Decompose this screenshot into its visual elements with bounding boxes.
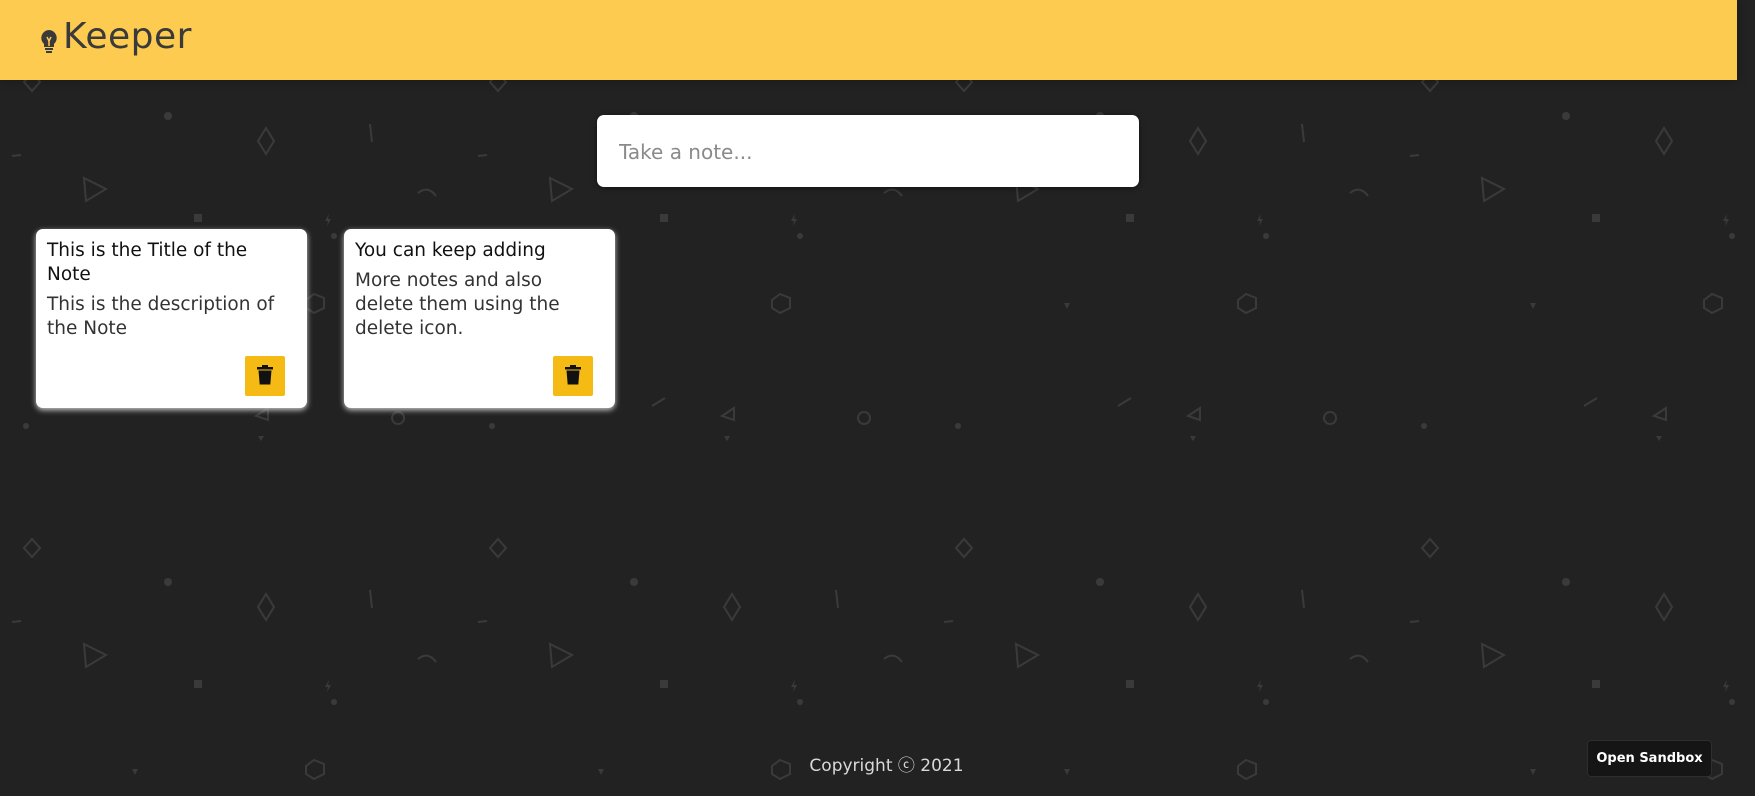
create-note-form <box>597 115 1139 189</box>
note-title: You can keep adding <box>355 240 546 261</box>
delete-note-button[interactable] <box>245 356 285 396</box>
note-card: This is the Title of the Note This is th… <box>36 229 307 408</box>
app-title: Keeper <box>63 16 192 57</box>
note-content: More notes and also delete them using th… <box>355 270 560 339</box>
open-sandbox-button[interactable]: Open Sandbox <box>1587 740 1712 777</box>
footer: Copyright ⓒ 2021 <box>0 751 1755 776</box>
app-header: Keeper <box>0 0 1737 80</box>
note-content: This is the description of the Note <box>47 294 275 339</box>
note-card: You can keep adding More notes and also … <box>344 229 615 408</box>
note-title: This is the Title of the Note <box>47 240 248 285</box>
trash-icon <box>257 365 273 385</box>
lightbulb-icon <box>41 30 57 53</box>
copyright-text: Copyright ⓒ 2021 <box>809 756 964 776</box>
trash-icon <box>565 365 581 385</box>
take-note-input[interactable] <box>617 115 1121 189</box>
delete-note-button[interactable] <box>553 356 593 396</box>
